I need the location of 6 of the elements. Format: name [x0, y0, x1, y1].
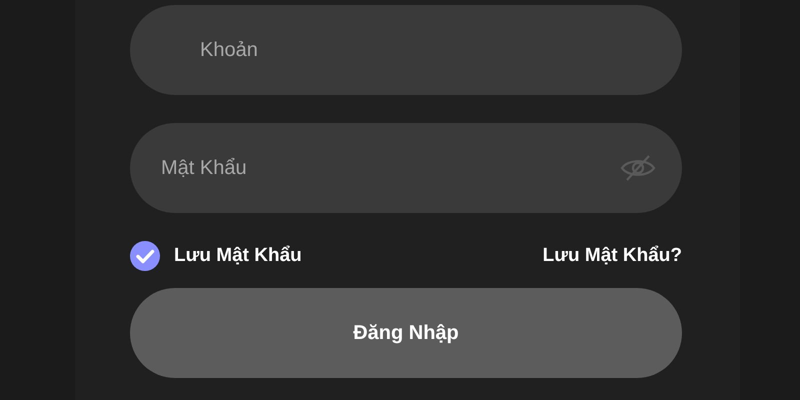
remember-password-label: Lưu Mật Khẩu	[174, 245, 302, 267]
login-button[interactable]: Đăng Nhập	[130, 288, 682, 378]
checkbox[interactable]	[130, 241, 160, 271]
username-field[interactable]: Khoản	[130, 5, 682, 95]
forgot-password-link[interactable]: Lưu Mật Khẩu?	[542, 245, 682, 267]
password-field[interactable]: Mật Khẩu	[130, 123, 682, 213]
